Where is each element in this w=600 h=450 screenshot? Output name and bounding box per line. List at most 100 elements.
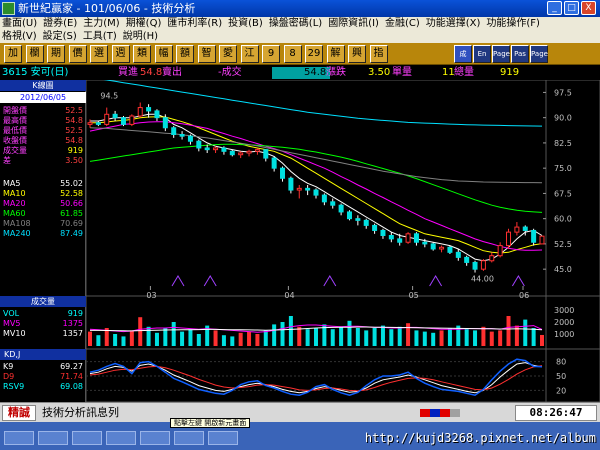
toolbar-button-1[interactable]: 欄 bbox=[25, 45, 44, 63]
volume-bar bbox=[439, 330, 444, 346]
volume-bar bbox=[196, 334, 201, 346]
volume-tick-label: 2000 bbox=[554, 318, 574, 327]
taskbar-app-button[interactable] bbox=[4, 431, 34, 445]
sell-label: 賣出 bbox=[162, 67, 182, 78]
stat-value: 54.8 bbox=[65, 136, 83, 145]
candle-body bbox=[531, 229, 537, 243]
menu-item-2-1[interactable]: 設定(S) bbox=[43, 31, 77, 42]
volume-bar bbox=[339, 326, 344, 346]
candle-body bbox=[313, 189, 319, 196]
volume-bar bbox=[355, 328, 360, 346]
volume-title: 成交量 bbox=[0, 296, 86, 307]
volume-bar bbox=[88, 331, 92, 346]
volume-value: 919 bbox=[500, 67, 520, 78]
volume-bar bbox=[163, 328, 168, 346]
toolbar-button-7[interactable]: 幅 bbox=[154, 45, 173, 63]
toolbar-button-6[interactable]: 類 bbox=[133, 45, 151, 63]
menu-item-4[interactable]: 匯市利率(R) bbox=[167, 18, 222, 29]
toolbar-button-16[interactable]: 興 bbox=[348, 45, 366, 63]
stat-row: 成交量 919 bbox=[3, 146, 83, 156]
menu-bar: 畫面(U) 證券(E) 主力(M) 期權(Q) 匯市利率(R) 投資(B) 操盤密碼(L) 國… bbox=[0, 17, 600, 43]
toolbar-button-2[interactable]: 期 bbox=[47, 45, 65, 63]
volume-bar bbox=[489, 331, 494, 346]
menu-item-2-3[interactable]: 說明(H) bbox=[123, 31, 158, 42]
toolbar-button-11[interactable]: 江 bbox=[240, 45, 259, 63]
candle-body bbox=[171, 127, 177, 135]
kd-label: D9 bbox=[3, 372, 15, 381]
menu-item-7[interactable]: 國際資訊(I) bbox=[328, 18, 379, 29]
toolbar-button-0[interactable]: 加 bbox=[4, 45, 22, 63]
ma-value: 70.69 bbox=[60, 219, 83, 228]
menu-item-9[interactable]: 功能選擇(X) bbox=[426, 18, 481, 29]
toolbar-button-21[interactable]: Pas bbox=[511, 45, 529, 63]
taskbar-app-button[interactable] bbox=[38, 431, 68, 445]
candle-body bbox=[129, 115, 135, 125]
candle-body bbox=[372, 224, 378, 231]
close-button[interactable]: X bbox=[581, 1, 596, 15]
toolbar-button-5[interactable]: 週 bbox=[111, 45, 130, 63]
menu-item-10[interactable]: 功能操作(F) bbox=[486, 18, 540, 29]
taskbar-app-button[interactable] bbox=[106, 431, 136, 445]
candle-body bbox=[455, 251, 461, 258]
menu-item-2-2[interactable]: 工具(T) bbox=[83, 31, 117, 42]
candle-body bbox=[380, 229, 386, 236]
ma-list: MA5 55.02 MA10 52.58 MA20 50.66 MA60 61.85 MA108… bbox=[3, 179, 83, 239]
date-label: 03 bbox=[146, 291, 156, 300]
stat-row: 差 3.50 bbox=[3, 156, 83, 166]
toolbar-button-9[interactable]: 智 bbox=[197, 45, 216, 63]
volume-bar bbox=[113, 334, 118, 346]
maximize-button[interactable]: □ bbox=[564, 1, 579, 15]
toolbar-button-8[interactable]: 額 bbox=[176, 45, 194, 63]
menu-row-2: 格視(V) 設定(S) 工具(T) 說明(H) bbox=[2, 30, 164, 43]
volume-bar bbox=[180, 331, 185, 346]
toolbar-button-12[interactable]: 9 bbox=[262, 45, 280, 63]
candle-body bbox=[187, 135, 193, 142]
toolbar-button-17[interactable]: 指 bbox=[369, 45, 388, 63]
menu-item-3[interactable]: 期權(Q) bbox=[126, 18, 162, 29]
candle-body bbox=[439, 246, 445, 250]
toolbar-button-4[interactable]: 選 bbox=[90, 45, 108, 63]
minimize-button[interactable]: _ bbox=[547, 1, 562, 15]
stat-value: 52.5 bbox=[65, 126, 83, 135]
taskbar-app-button[interactable] bbox=[140, 431, 170, 445]
toolbar-button-22[interactable]: Page bbox=[530, 45, 548, 63]
candle-body bbox=[472, 261, 478, 270]
toolbar-button-19[interactable]: En bbox=[473, 45, 491, 63]
volume-bar bbox=[330, 329, 335, 346]
taskbar-app-button[interactable] bbox=[174, 431, 204, 445]
brand-label: 精誠 bbox=[2, 405, 36, 421]
toolbar-button-14[interactable]: 29 bbox=[305, 45, 323, 63]
menu-item-6[interactable]: 操盤密碼(L) bbox=[269, 18, 322, 29]
toolbar-button-13[interactable]: 8 bbox=[283, 45, 302, 63]
menu-item-2[interactable]: 主力(M) bbox=[83, 18, 119, 29]
trade-label: -成交 bbox=[218, 67, 242, 78]
candle-body bbox=[112, 113, 118, 119]
volume-bar bbox=[397, 326, 402, 346]
candle-body bbox=[204, 147, 210, 151]
menu-item-0[interactable]: 畫面(U) bbox=[2, 18, 37, 29]
candle-body bbox=[321, 194, 327, 203]
toolbar-button-18[interactable]: 成 bbox=[454, 45, 472, 63]
taskbar-app-button[interactable] bbox=[208, 431, 238, 445]
kd-value: 69.08 bbox=[60, 382, 83, 391]
toolbar-button-15[interactable]: 解 bbox=[326, 45, 345, 63]
taskbar-app-button[interactable] bbox=[72, 431, 102, 445]
chart-area[interactable]: 97.5 90.0 82.5 75.0 67.5 60.0 52.5 45.0 03 04 05 06… bbox=[86, 80, 600, 402]
volume-value: 1375 bbox=[62, 319, 83, 328]
toolbar-button-10[interactable]: 愛 bbox=[219, 45, 237, 63]
volume-label: MV5 bbox=[3, 319, 21, 328]
menu-row-1: 畫面(U) 證券(E) 主力(M) 期權(Q) 匯市利率(R) 投資(B) 操盤密碼(L) 國… bbox=[2, 17, 546, 30]
volume-bar bbox=[213, 330, 218, 346]
menu-item-5[interactable]: 投資(B) bbox=[228, 18, 263, 29]
menu-item-1[interactable]: 證券(E) bbox=[43, 18, 77, 29]
menu-item-2-0[interactable]: 格視(V) bbox=[2, 31, 37, 42]
stat-label: 最高價 bbox=[3, 116, 27, 125]
toolbar-button-3[interactable]: 價 bbox=[68, 45, 87, 63]
menu-item-8[interactable]: 金融(C) bbox=[385, 18, 420, 29]
kd-tick-label: 50 bbox=[556, 372, 566, 381]
volume-list: VOL 919 MV5 1375 MV10 1357 bbox=[3, 309, 83, 339]
toolbar-button-20[interactable]: Page bbox=[492, 45, 510, 63]
candle-body bbox=[95, 122, 101, 125]
kline-date: 2012/06/05 bbox=[0, 92, 86, 103]
volume-bar bbox=[531, 328, 536, 346]
